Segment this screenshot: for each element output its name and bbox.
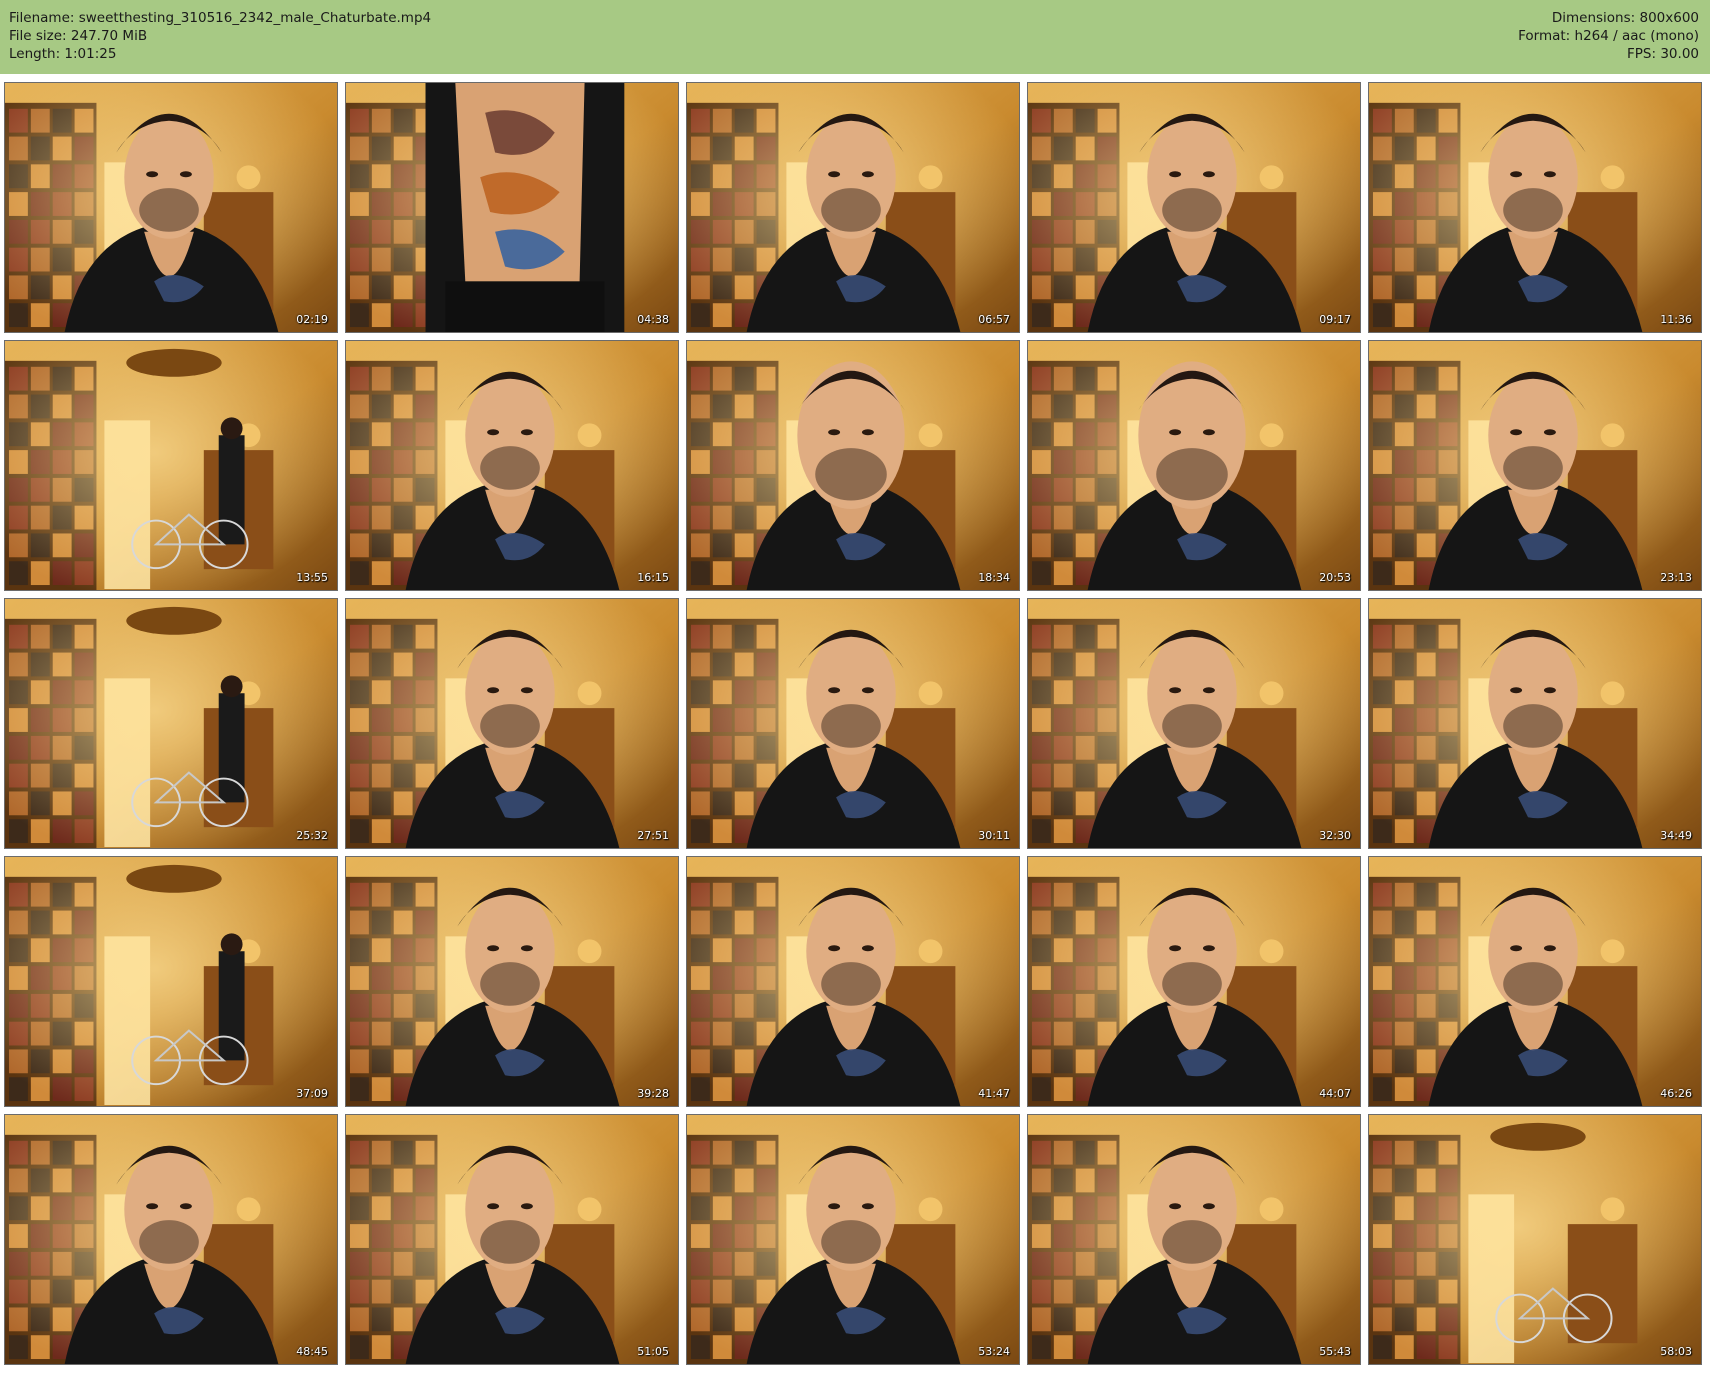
thumbnail-timestamp: 41:47 (978, 1087, 1010, 1100)
video-thumbnail: 02:19 (4, 82, 338, 333)
video-thumbnail: 06:57 (686, 82, 1020, 333)
video-thumbnail: 51:05 (345, 1114, 679, 1365)
thumbnail-timestamp: 16:15 (637, 571, 669, 584)
info-header: Filename: sweetthesting_310516_2342_male… (0, 0, 1710, 74)
thumbnail-frame-image (1369, 857, 1701, 1106)
thumbnail-frame-image (5, 341, 337, 590)
video-thumbnail: 46:26 (1368, 856, 1702, 1107)
video-thumbnail: 37:09 (4, 856, 338, 1107)
video-thumbnail: 11:36 (1368, 82, 1702, 333)
thumbnail-frame-image (1369, 1115, 1701, 1364)
video-thumbnail: 41:47 (686, 856, 1020, 1107)
thumbnail-frame-image (1369, 599, 1701, 848)
video-thumbnail: 32:30 (1027, 598, 1361, 849)
video-thumbnail: 23:13 (1368, 340, 1702, 591)
video-thumbnail: 25:32 (4, 598, 338, 849)
thumbnail-timestamp: 48:45 (296, 1345, 328, 1358)
thumbnail-timestamp: 18:34 (978, 571, 1010, 584)
video-thumbnail: 09:17 (1027, 82, 1361, 333)
thumbnail-frame-image (1028, 341, 1360, 590)
thumbnail-frame-image (346, 341, 678, 590)
thumbnail-timestamp: 46:26 (1660, 1087, 1692, 1100)
thumbnail-timestamp: 09:17 (1319, 313, 1351, 326)
video-thumbnail: 18:34 (686, 340, 1020, 591)
thumbnail-frame-image (1369, 83, 1701, 332)
thumbnail-frame-image (687, 1115, 1019, 1364)
thumbnail-timestamp: 20:53 (1319, 571, 1351, 584)
thumbnail-frame-image (5, 857, 337, 1106)
filesize-text: File size: 247.70 MiB (9, 28, 148, 44)
thumbnail-frame-image (346, 599, 678, 848)
thumbnail-frame-image (687, 83, 1019, 332)
thumbnail-timestamp: 30:11 (978, 829, 1010, 842)
thumbnail-frame-image (346, 857, 678, 1106)
thumbnail-timestamp: 06:57 (978, 313, 1010, 326)
video-thumbnail: 44:07 (1027, 856, 1361, 1107)
dimensions-text: Dimensions: 800x600 (1551, 10, 1699, 26)
thumbnail-timestamp: 13:55 (296, 571, 328, 584)
video-thumbnail: 16:15 (345, 340, 679, 591)
length-text: Length: 1:01:25 (9, 46, 117, 62)
thumbnail-frame-image (687, 599, 1019, 848)
thumbnail-timestamp: 04:38 (637, 313, 669, 326)
video-thumbnail: 55:43 (1027, 1114, 1361, 1365)
video-thumbnail: 39:28 (345, 856, 679, 1107)
thumbnail-timestamp: 32:30 (1319, 829, 1351, 842)
thumbnail-frame-image (687, 341, 1019, 590)
thumbnail-frame-image (346, 83, 678, 332)
thumbnail-timestamp: 02:19 (296, 313, 328, 326)
thumbnail-frame-image (1028, 1115, 1360, 1364)
thumbnail-timestamp: 34:49 (1660, 829, 1692, 842)
thumbnail-frame-image (687, 857, 1019, 1106)
thumbnail-timestamp: 44:07 (1319, 1087, 1351, 1100)
format-text: Format: h264 / aac (mono) (1518, 28, 1699, 44)
thumbnail-frame-image (1028, 599, 1360, 848)
thumbnail-timestamp: 58:03 (1660, 1345, 1692, 1358)
video-thumbnail: 27:51 (345, 598, 679, 849)
thumbnail-frame-image (1369, 341, 1701, 590)
thumbnail-timestamp: 11:36 (1660, 313, 1692, 326)
thumbnail-timestamp: 39:28 (637, 1087, 669, 1100)
thumbnail-timestamp: 37:09 (296, 1087, 328, 1100)
video-thumbnail: 58:03 (1368, 1114, 1702, 1365)
thumbnail-frame-image (5, 1115, 337, 1364)
video-thumbnail: 48:45 (4, 1114, 338, 1365)
thumbnail-timestamp: 25:32 (296, 829, 328, 842)
thumbnail-timestamp: 27:51 (637, 829, 669, 842)
thumbnail-timestamp: 23:13 (1660, 571, 1692, 584)
video-thumbnail: 20:53 (1027, 340, 1361, 591)
fps-text: FPS: 30.00 (1627, 46, 1699, 62)
video-thumbnail: 13:55 (4, 340, 338, 591)
thumbnail-timestamp: 53:24 (978, 1345, 1010, 1358)
thumbnail-frame-image (1028, 83, 1360, 332)
video-thumbnail: 34:49 (1368, 598, 1702, 849)
file-info: Filename: sweetthesting_310516_2342_male… (9, 9, 431, 63)
video-info: Dimensions: 800x600 Format: h264 / aac (… (1518, 9, 1699, 63)
thumbnail-timestamp: 51:05 (637, 1345, 669, 1358)
thumbnail-grid: 02:19 04:38 06:57 09:17 11:36 13:55 16:15 18:34… (4, 82, 1706, 1369)
thumbnail-frame-image (1028, 857, 1360, 1106)
thumbnail-timestamp: 55:43 (1319, 1345, 1351, 1358)
video-thumbnail: 53:24 (686, 1114, 1020, 1365)
thumbnail-frame-image (346, 1115, 678, 1364)
video-thumbnail: 30:11 (686, 598, 1020, 849)
filename-text: Filename: sweetthesting_310516_2342_male… (9, 10, 432, 26)
thumbnail-frame-image (5, 83, 337, 332)
video-thumbnail: 04:38 (345, 82, 679, 333)
thumbnail-frame-image (5, 599, 337, 848)
